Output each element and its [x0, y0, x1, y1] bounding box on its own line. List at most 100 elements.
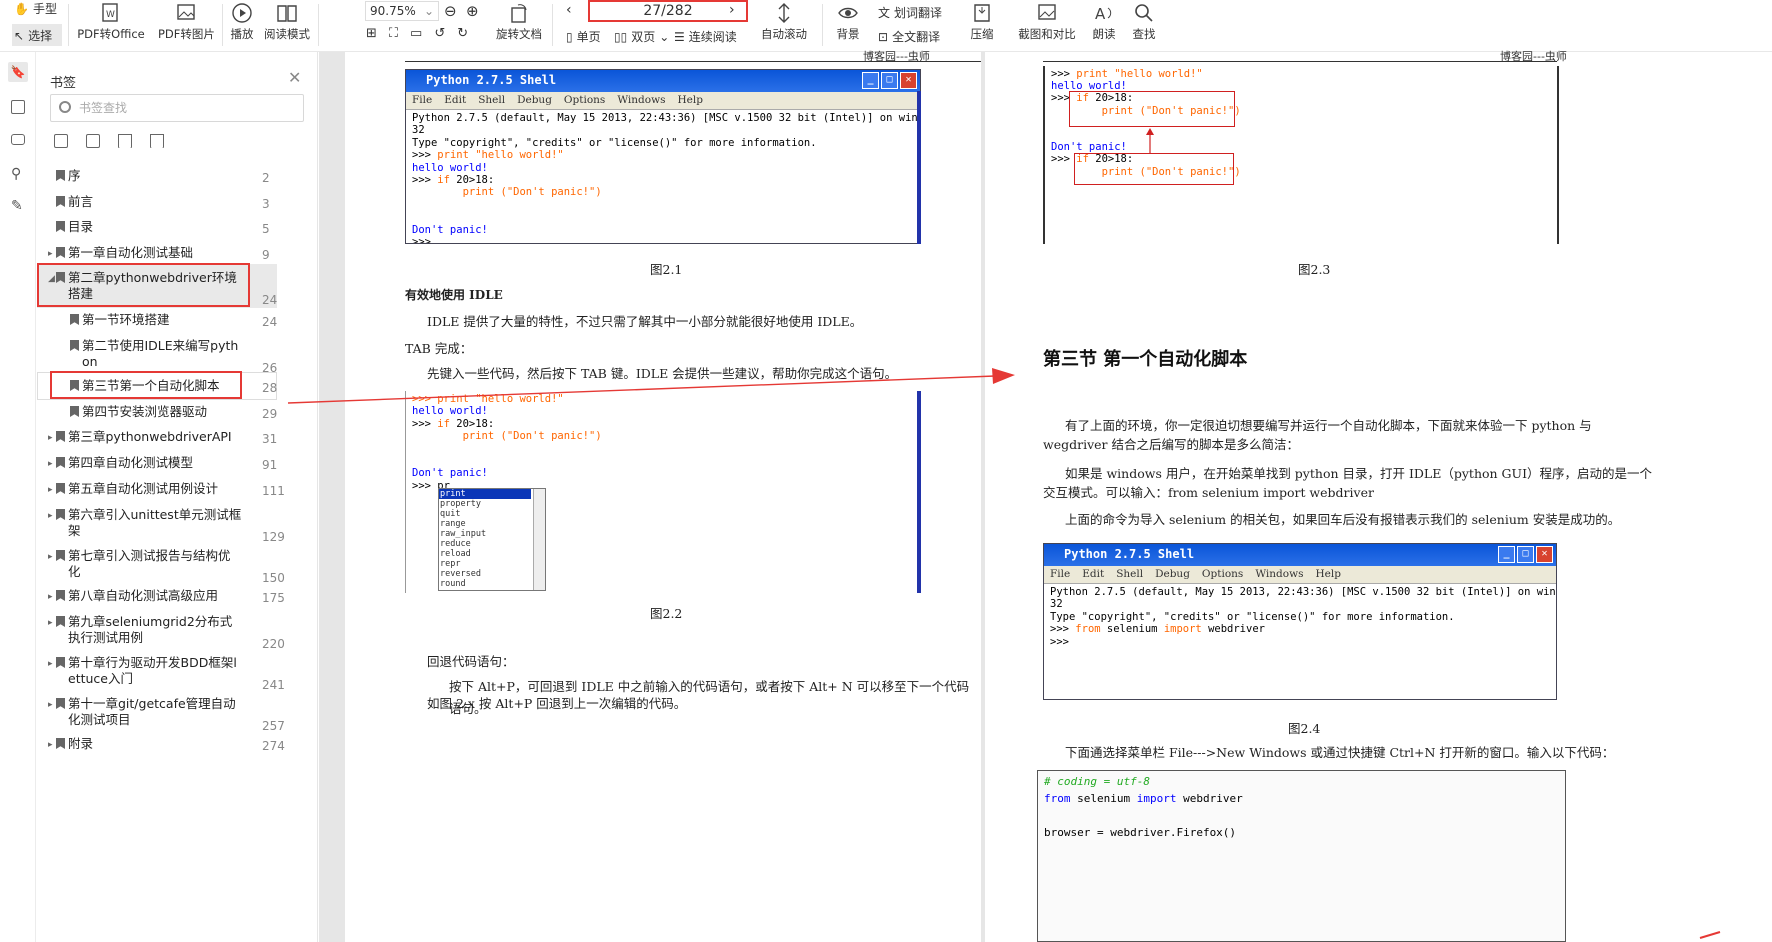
double-page-icon: ▯▯: [614, 29, 628, 44]
bookmark-label-cont: 执行测试用例: [68, 630, 144, 645]
zoom-in-icon[interactable]: ⊕: [466, 2, 479, 20]
bookmark-item[interactable]: 目录 5: [56, 219, 270, 236]
next-page-icon[interactable]: ›: [729, 2, 735, 18]
shell-output: Python 2.7.5 (default, May 15 2013, 22:4…: [1044, 584, 1556, 650]
expand-arrow-icon[interactable]: ▸: [48, 549, 53, 565]
bookmark-page-number: 5: [262, 222, 270, 236]
close-icon[interactable]: ✕: [288, 68, 301, 87]
python-shell-window: Python 2.7.5 Shell _ □ ✕ File Edit Shell Debu…: [1043, 543, 1557, 700]
code-line: selenium: [1106, 623, 1164, 636]
expand-arrow-icon[interactable]: ▸: [48, 430, 53, 446]
bookmark-item[interactable]: ▸ 第七章引入测试报告与结构优化 150: [48, 548, 285, 585]
prev-page-icon[interactable]: ‹: [566, 2, 572, 18]
bookmark-item[interactable]: ▸ 第八章自动化测试高级应用 175: [48, 588, 285, 605]
screenshot-compare-button[interactable]: 截图和对比: [1016, 0, 1078, 52]
actual-size-icon[interactable]: ⊞: [366, 26, 377, 41]
thumbnail-icon[interactable]: [11, 100, 25, 114]
bookmark-item[interactable]: 第二节使用IDLE来编写pyth on 26: [70, 338, 277, 375]
add-bookmark-icon[interactable]: [118, 134, 132, 148]
rotate-document-button[interactable]: 旋转文档: [492, 0, 546, 52]
bookmark-search-input[interactable]: 书签查找: [50, 94, 304, 122]
python-shell-completion: >>> print "hello world!" hello world! >>…: [405, 391, 921, 593]
word-translate-button[interactable]: 文划词翻译: [878, 4, 942, 21]
zoom-select[interactable]: 90.75% ⌄: [365, 1, 439, 21]
pdf-office-label: PDF转Office: [77, 27, 145, 41]
expand-arrow-icon[interactable]: ▸: [48, 482, 53, 498]
collapse-all-icon[interactable]: [86, 134, 100, 148]
bookmark-page-number: 24: [262, 315, 278, 329]
expand-arrow-icon[interactable]: ▸: [48, 615, 53, 631]
full-translate-label: 全文翻译: [892, 30, 941, 44]
fit-width-icon[interactable]: ▭: [410, 26, 422, 41]
full-translate-button[interactable]: ⊡ 全文翻译: [878, 28, 940, 45]
expand-arrow-icon[interactable]: ▸: [48, 508, 53, 524]
bookmark-item[interactable]: ▸ 第三章pythonwebdriverAPI 31: [48, 429, 277, 446]
expand-all-icon[interactable]: [54, 134, 68, 148]
completion-list: print property quit range raw_input reduce rel…: [438, 488, 546, 591]
bookmark-label: 第十一章git/getcafe管理自动: [68, 696, 236, 711]
code-listing: # coding = utf-8 from selenium import we…: [1037, 770, 1566, 942]
code-keyword: if: [437, 174, 457, 187]
continuous-button[interactable]: ☰ 连续阅读: [674, 28, 737, 45]
bookmark-item[interactable]: 前言 3: [56, 194, 270, 211]
select-tool-button[interactable]: ↖ 选择: [12, 24, 62, 46]
paragraph: IDLE 提供了大量的特性，不过只需了解其中一小部分就能很好地使用 IDLE。: [427, 314, 863, 329]
compress-button[interactable]: 压缩: [966, 0, 998, 52]
expand-arrow-icon[interactable]: ▸: [48, 246, 53, 262]
bookmark-icon[interactable]: 🔖: [8, 62, 28, 82]
expand-arrow-icon[interactable]: ▸: [48, 456, 53, 472]
play-icon: [232, 3, 252, 23]
paragraph: TAB 完成：: [405, 341, 473, 356]
bookmark-item[interactable]: ▸ 第十章行为驱动开发BDD框架l ettuce入门 241: [48, 655, 285, 692]
bookmark-item[interactable]: ▸ 第六章引入unittest单元测试框架 129: [48, 507, 285, 544]
bookmark-item[interactable]: 第四节安装浏览器驱动 29: [70, 404, 277, 421]
background-button[interactable]: 背景: [830, 0, 866, 52]
bookmark-label: 第十章行为驱动开发BDD框架l: [68, 655, 237, 670]
pdf-to-office-button[interactable]: W PDF转Office: [76, 0, 146, 52]
bookmark-page-number: 150: [262, 571, 285, 585]
comment-icon[interactable]: [11, 134, 25, 145]
shell-menu-item: Debug: [1155, 568, 1190, 580]
figure-caption: 图2.2: [650, 606, 683, 621]
shell-menu-item: Debug: [517, 94, 552, 106]
bookmark-item[interactable]: 序2: [56, 168, 270, 185]
search-icon: [1135, 4, 1153, 22]
bookmark-item[interactable]: ▸ 第九章seleniumgrid2分布式 执行测试用例 220: [48, 614, 285, 651]
read-mode-button[interactable]: 阅读模式: [264, 0, 310, 52]
completion-item: reversed: [440, 569, 481, 579]
double-page-button[interactable]: ▯▯ 双页 ⌄: [614, 28, 669, 45]
divider: [222, 4, 223, 46]
rotate-left-icon[interactable]: ↺: [434, 26, 445, 41]
bookmark-item[interactable]: ▸ 附录 274: [48, 736, 285, 753]
signature-icon[interactable]: ✎: [11, 198, 31, 218]
page-indicator[interactable]: 27/282: [588, 0, 748, 22]
zoom-out-icon[interactable]: ⊖: [444, 2, 457, 20]
bookmark-page-number: 28: [262, 381, 278, 395]
pdf-to-image-button[interactable]: PDF转图片: [158, 0, 215, 52]
bookmark-item[interactable]: ▸ 第四章自动化测试模型 91: [48, 455, 277, 472]
delete-bookmark-icon[interactable]: [150, 134, 164, 148]
fit-page-icon[interactable]: ⛶: [389, 26, 398, 41]
bookmark-item[interactable]: ▸ 第一章自动化测试基础 9: [48, 245, 270, 262]
book-icon: [277, 5, 297, 22]
rotate-right-icon[interactable]: ↻: [457, 26, 468, 41]
bookmark-item[interactable]: ▸ 第十一章git/getcafe管理自动 化测试项目 257: [48, 696, 285, 733]
expand-arrow-icon[interactable]: ▸: [48, 589, 53, 605]
divider: [552, 4, 553, 46]
read-aloud-button[interactable]: A 朗读: [1090, 0, 1118, 52]
play-button[interactable]: 播放: [228, 0, 256, 52]
bookmark-item[interactable]: ▸ 第五章自动化测试用例设计 111: [48, 481, 285, 498]
auto-scroll-button[interactable]: 自动滚动: [756, 0, 812, 52]
expand-arrow-icon[interactable]: ▸: [48, 697, 53, 713]
maximize-icon: □: [1517, 546, 1534, 563]
attachment-icon[interactable]: ⚲: [11, 166, 31, 186]
find-button[interactable]: 查找: [1130, 0, 1158, 52]
divider: [68, 4, 69, 46]
expand-arrow-icon[interactable]: ▸: [48, 737, 53, 753]
chevron-down-icon: ⌄: [659, 29, 670, 44]
bookmark-item[interactable]: 第一节环境搭建 24: [70, 312, 277, 329]
expand-arrow-icon[interactable]: ▸: [48, 656, 53, 672]
minimize-icon: _: [862, 72, 879, 89]
single-page-button[interactable]: ▯ 单页: [566, 28, 601, 45]
hand-tool-button[interactable]: ✋ 手型: [14, 0, 64, 22]
